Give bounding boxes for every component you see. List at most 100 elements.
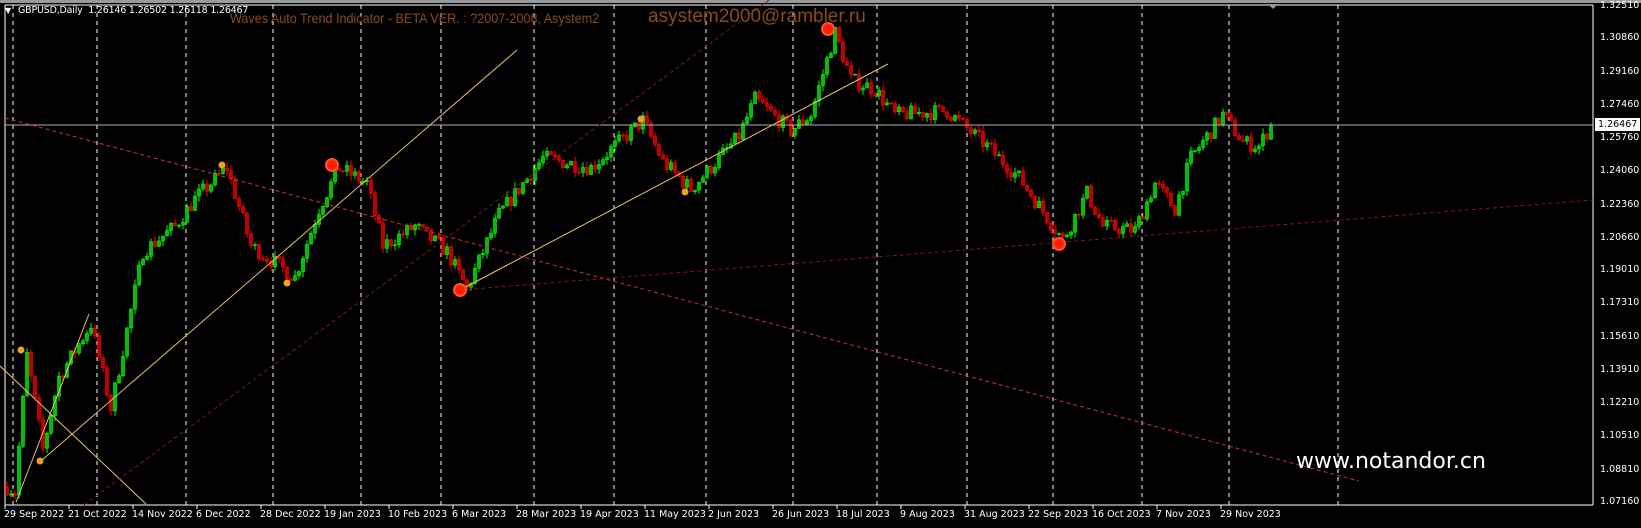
candle-bull bbox=[221, 167, 225, 174]
candle-bear bbox=[1009, 172, 1013, 178]
candle-bull bbox=[385, 239, 389, 249]
price-tick-label: 1.20660 bbox=[1600, 231, 1640, 243]
candle-bear bbox=[837, 26, 841, 43]
candle-bull bbox=[89, 328, 93, 334]
candle-bull bbox=[149, 241, 153, 257]
symbol-timeframe: GBPUSD,Daily bbox=[18, 5, 83, 16]
candle-bear bbox=[1061, 233, 1065, 238]
candle-bull bbox=[669, 162, 673, 170]
candle-bull bbox=[829, 53, 833, 58]
channel-line[interactable] bbox=[83, 0, 770, 506]
candle-bear bbox=[561, 160, 565, 169]
candle-bear bbox=[1157, 182, 1161, 185]
candle-bull bbox=[157, 240, 161, 247]
candle-bear bbox=[509, 196, 513, 207]
candle-bull bbox=[321, 206, 325, 215]
date-tick-label: 26 Jun 2023 bbox=[772, 509, 830, 520]
candle-bull bbox=[1197, 147, 1201, 151]
candle-bear bbox=[425, 226, 429, 230]
candle-bull bbox=[185, 206, 189, 223]
candle-bull bbox=[181, 222, 185, 226]
candle-bear bbox=[217, 173, 221, 175]
candle-bull bbox=[613, 140, 617, 148]
candle-bear bbox=[989, 142, 993, 145]
candle-bull bbox=[897, 106, 901, 113]
candle-bull bbox=[733, 132, 737, 145]
candle-bear bbox=[961, 117, 965, 120]
candle-bear bbox=[1033, 196, 1037, 209]
candle-bull bbox=[1073, 213, 1077, 233]
candle-bull bbox=[1105, 219, 1109, 227]
date-tick-label: 14 Nov 2022 bbox=[132, 509, 193, 520]
chart-shift-marker[interactable] bbox=[1268, 4, 1278, 9]
candle-bear bbox=[977, 129, 981, 132]
date-tick-label: 11 May 2023 bbox=[644, 509, 706, 520]
trend-line[interactable] bbox=[459, 63, 889, 291]
candle-bull bbox=[609, 146, 613, 158]
candle-bear bbox=[941, 105, 945, 113]
candle-bear bbox=[1161, 183, 1165, 189]
candle-bear bbox=[1089, 185, 1093, 207]
candle-bull bbox=[117, 375, 121, 384]
wave-marker-major bbox=[1052, 237, 1066, 251]
candle-bull bbox=[1253, 148, 1257, 152]
trend-line[interactable] bbox=[41, 49, 518, 461]
candle-bull bbox=[1213, 117, 1217, 139]
candle-bull bbox=[201, 183, 205, 190]
price-tick-label: 1.13910 bbox=[1600, 363, 1640, 375]
candle-bull bbox=[1037, 200, 1041, 209]
chart-menu-arrow-icon[interactable]: ▼ bbox=[5, 6, 11, 15]
candle-bear bbox=[245, 212, 249, 234]
candle-bear bbox=[373, 192, 377, 216]
price-tick-label: 1.10510 bbox=[1600, 430, 1640, 442]
candle-bull bbox=[749, 103, 753, 118]
candle-bull bbox=[1081, 197, 1085, 216]
candle-bull bbox=[569, 161, 573, 166]
candle-bear bbox=[381, 222, 385, 249]
date-tick-label: 21 Oct 2022 bbox=[68, 509, 127, 520]
candle-bear bbox=[1109, 219, 1113, 222]
candle-bull bbox=[885, 102, 889, 106]
candle-bull bbox=[797, 119, 801, 129]
candle-bear bbox=[1233, 119, 1237, 137]
candle-bear bbox=[289, 278, 293, 281]
candle-bear bbox=[257, 244, 261, 260]
price-tick-label: 1.25760 bbox=[1600, 132, 1640, 144]
candle-bear bbox=[1053, 229, 1057, 234]
candle-bear bbox=[637, 122, 641, 130]
candle-bear bbox=[789, 119, 793, 136]
candle-bull bbox=[1261, 133, 1265, 147]
channel-line[interactable] bbox=[459, 199, 1594, 291]
candle-bear bbox=[1029, 189, 1033, 197]
candle-bull bbox=[809, 116, 813, 122]
candle-bull bbox=[917, 112, 921, 114]
candle-bull bbox=[453, 259, 457, 266]
candle-bear bbox=[1021, 170, 1025, 186]
candle-bull bbox=[317, 213, 321, 225]
candle-bull bbox=[1189, 150, 1193, 164]
candle-bear bbox=[33, 375, 37, 398]
candle-bear bbox=[1049, 222, 1053, 231]
candle-bull bbox=[537, 162, 541, 169]
price-tick-label: 1.32510 bbox=[1600, 0, 1640, 11]
candle-bear bbox=[1249, 136, 1253, 152]
candle-bull bbox=[45, 432, 49, 449]
price-tick-label: 1.27460 bbox=[1600, 98, 1640, 110]
candle-bear bbox=[377, 215, 381, 224]
candle-bull bbox=[133, 284, 137, 310]
candle-bull bbox=[197, 188, 201, 197]
candle-bull bbox=[1205, 132, 1209, 141]
candle-bear bbox=[957, 115, 961, 119]
candle-bear bbox=[889, 102, 893, 105]
candle-bear bbox=[1265, 133, 1269, 140]
candle-bull bbox=[1137, 216, 1141, 227]
wave-marker-minor bbox=[218, 161, 226, 169]
candle-bull bbox=[1221, 111, 1225, 125]
price-tick-label: 1.07160 bbox=[1600, 496, 1640, 507]
candle-bull bbox=[533, 168, 537, 181]
candle-bear bbox=[857, 73, 861, 91]
candle-bear bbox=[577, 171, 581, 174]
candle-bear bbox=[401, 233, 405, 236]
candle-bear bbox=[349, 165, 353, 176]
trend-line[interactable] bbox=[15, 313, 90, 503]
